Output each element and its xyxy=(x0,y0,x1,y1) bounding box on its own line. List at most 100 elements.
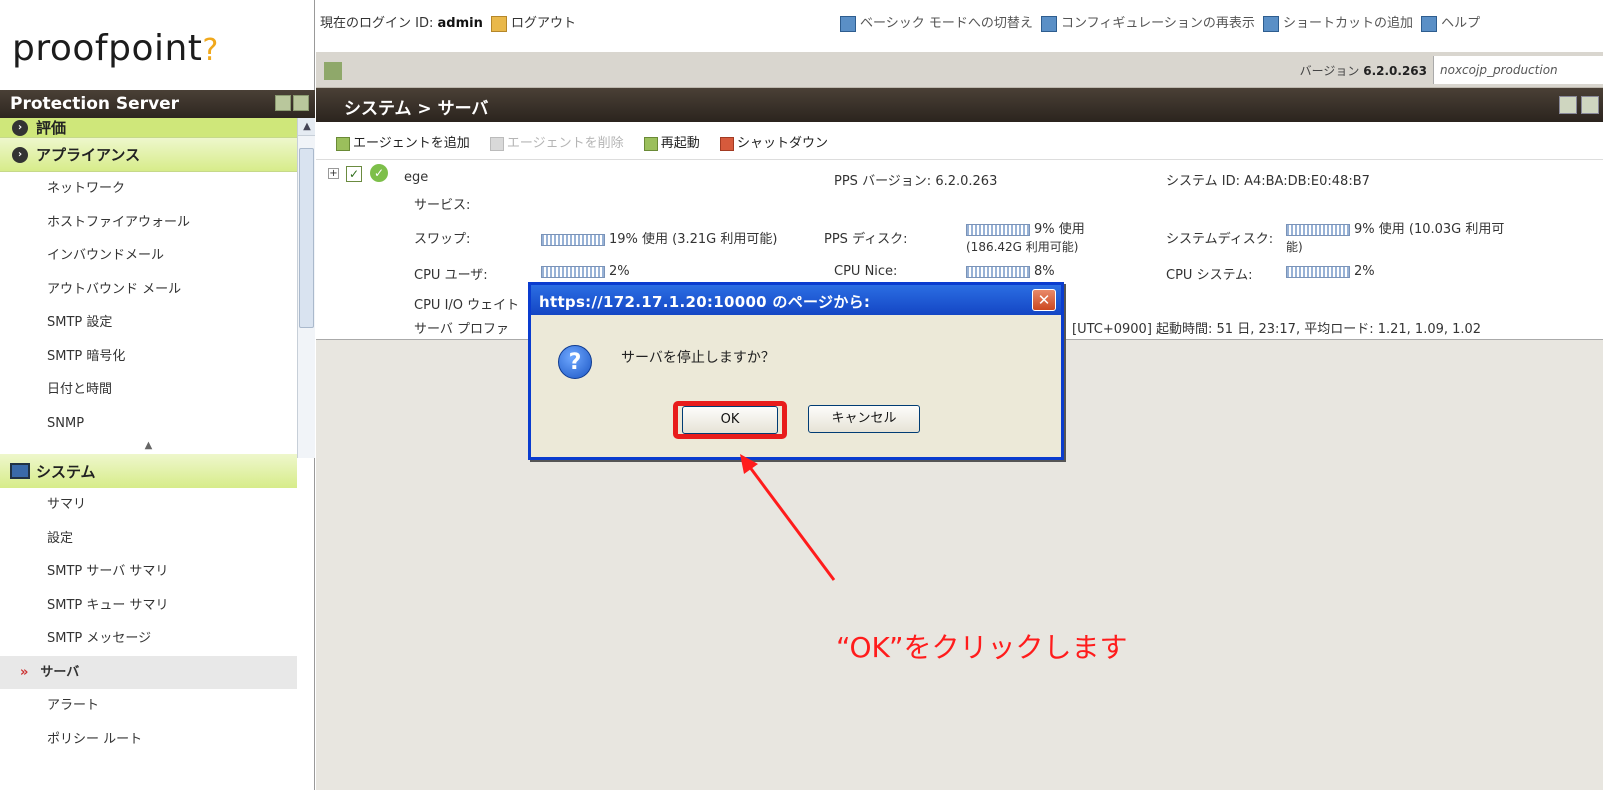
restart-button[interactable]: 再起動 xyxy=(643,132,700,151)
section-appliance[interactable]: › アプライアンス xyxy=(0,138,297,172)
nav-item-network[interactable]: ネットワーク xyxy=(0,172,297,206)
collapse-icon[interactable] xyxy=(293,95,309,111)
server-name[interactable]: ege xyxy=(404,170,428,185)
expand-icon[interactable] xyxy=(275,95,291,111)
pps-disk-usage: 9% 使用 xyxy=(966,218,1085,237)
cancel-button[interactable]: キャンセル xyxy=(808,405,920,433)
system-id: システム ID: A4:BA:DB:E0:48:B7 xyxy=(1166,174,1370,189)
nav-item-alerts[interactable]: アラート xyxy=(0,689,297,723)
remove-agent-label: エージェントを削除 xyxy=(506,136,624,151)
expand-row-icon[interactable]: + xyxy=(328,168,339,179)
add-agent-button[interactable]: エージェントを追加 xyxy=(336,132,470,151)
nav-item-policy-routes[interactable]: ポリシー ルート xyxy=(0,723,297,757)
logout-icon[interactable] xyxy=(490,15,507,32)
section-system-label: システム xyxy=(36,462,96,481)
swap-usage: 19% 使用 (3.21G 利用可能) xyxy=(541,228,777,247)
cpu-user-value: 2% xyxy=(609,264,630,279)
nav-item-smtp-encryption[interactable]: SMTP 暗号化 xyxy=(0,340,297,374)
nav-item-inbound-mail[interactable]: インバウンドメール xyxy=(0,239,297,273)
help-icon[interactable] xyxy=(1421,15,1438,32)
instance-name: noxcojp_production xyxy=(1433,56,1603,84)
nav-item-smtp-server-summary[interactable]: SMTP サーバ サマリ xyxy=(0,555,297,589)
reload-config-link[interactable]: コンフィギュレーションの再表示 xyxy=(1061,16,1255,31)
login-info: 現在のログイン ID: admin ログアウト xyxy=(320,12,576,32)
restart-label: 再起動 xyxy=(660,136,700,151)
version-info: バージョン 6.2.0.263 xyxy=(1300,62,1427,79)
swap-label: スワップ: xyxy=(414,232,471,247)
help-link[interactable]: ヘルプ xyxy=(1441,16,1480,31)
basic-mode-link[interactable]: ベーシック モードへの切替え xyxy=(860,16,1033,31)
cpu-nice-value: 8% xyxy=(1034,264,1055,279)
uptime-info: [UTC+0900] 起動時間: 51 日, 23:17, 平均ロード: 1.2… xyxy=(1072,322,1482,337)
version-value: 6.2.0.263 xyxy=(1363,64,1427,78)
add-shortcut-icon[interactable] xyxy=(1263,15,1279,32)
version-label: バージョン xyxy=(1299,64,1360,78)
nav-item-settings[interactable]: 設定 xyxy=(0,522,297,556)
nav-tree: ▲ › 評価 › アプライアンス ネットワーク ホストファイアウォール インバウ… xyxy=(0,118,315,790)
cpu-nice-usage: 8% xyxy=(966,264,1055,279)
services-label: サービス: xyxy=(414,198,471,213)
home-icon[interactable] xyxy=(324,62,342,80)
nav-item-smtp-messages[interactable]: SMTP メッセージ xyxy=(0,622,297,656)
refresh-icon[interactable] xyxy=(1581,96,1599,114)
ok-button[interactable]: OK xyxy=(682,406,778,434)
scroll-thumb[interactable] xyxy=(299,148,314,328)
top-header: 現在のログイン ID: admin ログアウト ベーシック モードへの切替え コ… xyxy=(316,0,1603,52)
cpu-nice-label: CPU Nice: xyxy=(834,264,898,279)
logout-link[interactable]: ログアウト xyxy=(511,16,576,31)
cpu-system-value: 2% xyxy=(1354,264,1375,279)
page-title: システム > サーバ xyxy=(344,99,489,119)
toolbar: エージェントを追加 エージェントを削除 再起動 シャットダウン xyxy=(316,122,1603,160)
scroll-up-icon[interactable]: ▲ xyxy=(298,118,315,136)
close-icon[interactable]: ✕ xyxy=(1032,289,1056,311)
shutdown-button[interactable]: シャットダウン xyxy=(719,132,828,151)
pps-disk-meter xyxy=(966,223,1030,236)
chevron-right-icon: › xyxy=(12,146,28,163)
add-agent-icon xyxy=(336,136,350,151)
version-bar: バージョン 6.2.0.263 noxcojp_production xyxy=(316,52,1603,88)
nav-scrollbar[interactable]: ▲ xyxy=(297,118,315,458)
nav-item-snmp[interactable]: SNMP xyxy=(0,407,297,441)
remove-agent-icon xyxy=(489,136,504,151)
cpu-system-label: CPU システム: xyxy=(1166,268,1253,283)
cpu-system-usage: 2% xyxy=(1286,264,1375,279)
server-profile-label: サーバ プロファ xyxy=(414,322,510,337)
add-agent-label: エージェントを追加 xyxy=(353,136,470,151)
cpu-system-meter xyxy=(1286,265,1350,278)
question-icon: ? xyxy=(558,345,592,379)
pps-disk-value: 9% 使用 xyxy=(1034,222,1085,237)
swap-value: 19% 使用 (3.21G 利用可能) xyxy=(609,232,778,247)
reload-config-icon[interactable] xyxy=(1041,15,1058,32)
cpu-user-usage: 2% xyxy=(541,264,630,279)
nav-item-smtp-queue-summary[interactable]: SMTP キュー サマリ xyxy=(0,589,297,623)
cpu-user-meter xyxy=(541,265,605,278)
top-links: ベーシック モードへの切替え コンフィギュレーションの再表示 ショートカットの追… xyxy=(836,12,1480,32)
nav-item-smtp-settings[interactable]: SMTP 設定 xyxy=(0,306,297,340)
chevron-right-icon: › xyxy=(12,119,28,136)
section-system[interactable]: システム xyxy=(0,454,297,488)
swap-meter xyxy=(541,233,605,246)
nav-item-server[interactable]: » サーバ xyxy=(0,655,297,689)
nav-item-host-firewall[interactable]: ホストファイアウォール xyxy=(0,206,297,240)
confirm-dialog: https://172.17.1.20:10000 のページから: ✕ ? サー… xyxy=(528,282,1064,460)
section-evaluation[interactable]: › 評価 xyxy=(0,118,297,138)
section-appliance-label: アプライアンス xyxy=(36,146,141,164)
cpu-user-label: CPU ユーザ: xyxy=(414,268,488,283)
status-ok-icon: ✓ xyxy=(370,164,388,182)
shutdown-label: シャットダウン xyxy=(736,136,828,151)
system-disk-value: 9% 使用 (10.03G 利用可 xyxy=(1354,222,1505,237)
list-view-icon[interactable] xyxy=(1559,96,1577,114)
system-disk-usage: 9% 使用 (10.03G 利用可 xyxy=(1286,218,1504,237)
remove-agent-button[interactable]: エージェントを削除 xyxy=(489,132,624,151)
shutdown-icon xyxy=(719,136,734,151)
pps-disk-label: PPS ディスク: xyxy=(824,232,908,247)
nav-item-summary[interactable]: サマリ xyxy=(0,488,297,522)
nav-item-outbound-mail[interactable]: アウトバウンド メール xyxy=(0,273,297,307)
server-checkbox[interactable]: ✓ xyxy=(346,166,362,182)
collapse-caret-icon[interactable]: ▲ xyxy=(0,440,297,454)
nav-item-date-time[interactable]: 日付と時間 xyxy=(0,373,297,407)
basic-mode-icon[interactable] xyxy=(840,15,856,32)
dialog-message: サーバを停止しますか？ xyxy=(621,350,775,366)
pps-version: PPS バージョン: 6.2.0.263 xyxy=(834,174,998,189)
add-shortcut-link[interactable]: ショートカットの追加 xyxy=(1283,16,1413,31)
